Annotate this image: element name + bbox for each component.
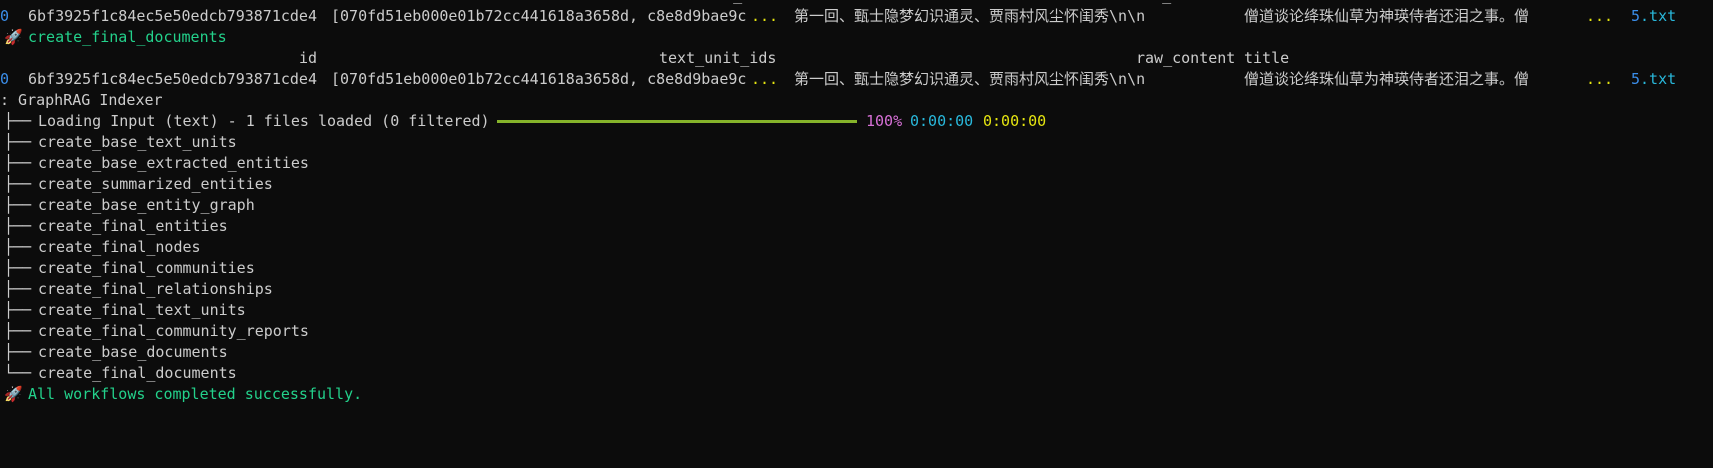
dataframe-row-bottom: 0 6bf3925f1c84ec5e50edcb793871cde4 [070f…: [0, 69, 1713, 90]
row-raw-content-tail: 僧道谈论绛珠仙草为神瑛侍者还泪之事。僧: [1244, 7, 1530, 25]
row-raw-content: 第一回、甄士隐梦幻识通灵、贾雨村风尘怀闺秀\n\n: [794, 7, 1146, 25]
title-extension: .txt: [1640, 7, 1677, 25]
row-index: 0: [0, 70, 10, 88]
title-number: 5: [1631, 7, 1641, 25]
workflow-item: ├── create_base_documents: [0, 342, 1713, 363]
workflow-item: ├── create_final_text_units: [0, 300, 1713, 321]
indexer-title-line: : GraphRAG Indexer: [0, 90, 1713, 111]
row-text-units: [070fd51eb000e01b72cc441618a3658d, c8e8d…: [331, 7, 747, 25]
tree-branch: ├──: [4, 259, 32, 277]
workflow-name: create_final_communities: [38, 259, 255, 277]
col-header-id: id: [299, 49, 318, 67]
tree-branch: ├──: [4, 238, 32, 256]
tree-branch: └──: [4, 364, 32, 382]
row-text-units-ellipsis: ...: [751, 7, 779, 25]
workflow-item: ├── create_final_relationships: [0, 279, 1713, 300]
dataframe-row-top: 0 6bf3925f1c84ec5e50edcb793871cde4 [070f…: [0, 6, 1713, 27]
row-title: 5.txt: [1631, 69, 1676, 90]
loading-label: Loading Input (text) - 1 files loaded (0…: [38, 112, 490, 130]
tree-branch: ├──: [4, 343, 32, 361]
row-raw-content-ellipsis: ...: [1586, 70, 1614, 88]
loading-remaining: 0:00:00: [983, 112, 1047, 130]
completion-text: All workflows completed successfully.: [28, 385, 363, 403]
workflow-item: ├── create_final_entities: [0, 216, 1713, 237]
title-number: 5: [1631, 70, 1641, 88]
loading-percent: 100%: [866, 112, 903, 130]
tree-branch: ├──: [4, 301, 32, 319]
workflow-item: ├── create_summarized_entities: [0, 174, 1713, 195]
workflow-name: create_final_relationships: [38, 280, 273, 298]
col-header-title: title: [1244, 49, 1290, 67]
terminal-output: id text_units raw_content title 0 6bf392…: [0, 0, 1713, 425]
tree-branch: ├──: [4, 196, 32, 214]
workflow-name: create_final_text_units: [38, 301, 246, 319]
tree-branch: ├──: [4, 133, 32, 151]
rocket-icon: 🚀: [4, 28, 23, 46]
workflow-item: ├── create_final_nodes: [0, 237, 1713, 258]
workflow-complete-text: create_final_documents: [28, 28, 227, 46]
tree-branch: ├──: [4, 217, 32, 235]
loading-line: ├── Loading Input (text) - 1 files loade…: [0, 111, 1713, 132]
workflow-item: ├── create_base_text_units: [0, 132, 1713, 153]
tree-branch: ├──: [4, 154, 32, 172]
tree-branch: ├──: [4, 175, 32, 193]
row-raw-content: 第一回、甄士隐梦幻识通灵、贾雨村风尘怀闺秀\n\n: [794, 70, 1146, 88]
workflow-name: create_final_nodes: [38, 238, 201, 256]
row-text-unit-ids-ellipsis: ...: [751, 70, 779, 88]
row-id: 6bf3925f1c84ec5e50edcb793871cde4: [28, 7, 317, 25]
col-header-raw-content: raw_content: [1136, 49, 1236, 67]
workflow-item: ├── create_final_communities: [0, 258, 1713, 279]
row-raw-content-tail: 僧道谈论绛珠仙草为神瑛侍者还泪之事。僧: [1244, 70, 1530, 88]
rocket-icon: 🚀: [4, 385, 23, 403]
col-header-text-unit-ids: text_unit_ids: [659, 49, 777, 67]
title-extension: .txt: [1640, 70, 1677, 88]
dataframe-header-bottom: id text_unit_ids raw_content title: [0, 48, 1713, 69]
loading-elapsed: 0:00:00: [910, 112, 974, 130]
loading-progress-fill: [497, 120, 857, 123]
workflow-name: create_base_entity_graph: [38, 196, 255, 214]
workflow-name: create_final_entities: [38, 217, 228, 235]
workflow-complete-line: 🚀 create_final_documents: [0, 27, 1713, 48]
row-title: 5.txt: [1631, 6, 1676, 27]
workflow-item: ├── create_final_community_reports: [0, 321, 1713, 342]
workflow-name: create_final_community_reports: [38, 322, 309, 340]
row-index: 0: [0, 7, 10, 25]
workflow-name: create_base_extracted_entities: [38, 154, 309, 172]
row-raw-content-ellipsis: ...: [1586, 7, 1614, 25]
workflow-item: ├── create_base_extracted_entities: [0, 153, 1713, 174]
row-text-unit-ids: [070fd51eb000e01b72cc441618a3658d, c8e8d…: [331, 70, 747, 88]
loading-progress-bar: [497, 120, 857, 123]
workflow-name: create_base_documents: [38, 343, 228, 361]
workflow-item: ├── create_base_entity_graph: [0, 195, 1713, 216]
tree-branch: ├──: [4, 322, 32, 340]
indexer-title: : GraphRAG Indexer: [0, 91, 163, 109]
workflow-name: create_base_text_units: [38, 133, 237, 151]
row-id: 6bf3925f1c84ec5e50edcb793871cde4: [28, 70, 317, 88]
tree-branch: ├──: [4, 280, 32, 298]
workflow-item: └── create_final_documents: [0, 363, 1713, 384]
tree-branch: ├──: [4, 112, 32, 130]
workflow-name: create_final_documents: [38, 364, 237, 382]
completion-line: 🚀 All workflows completed successfully.: [0, 384, 1713, 405]
workflow-name: create_summarized_entities: [38, 175, 273, 193]
